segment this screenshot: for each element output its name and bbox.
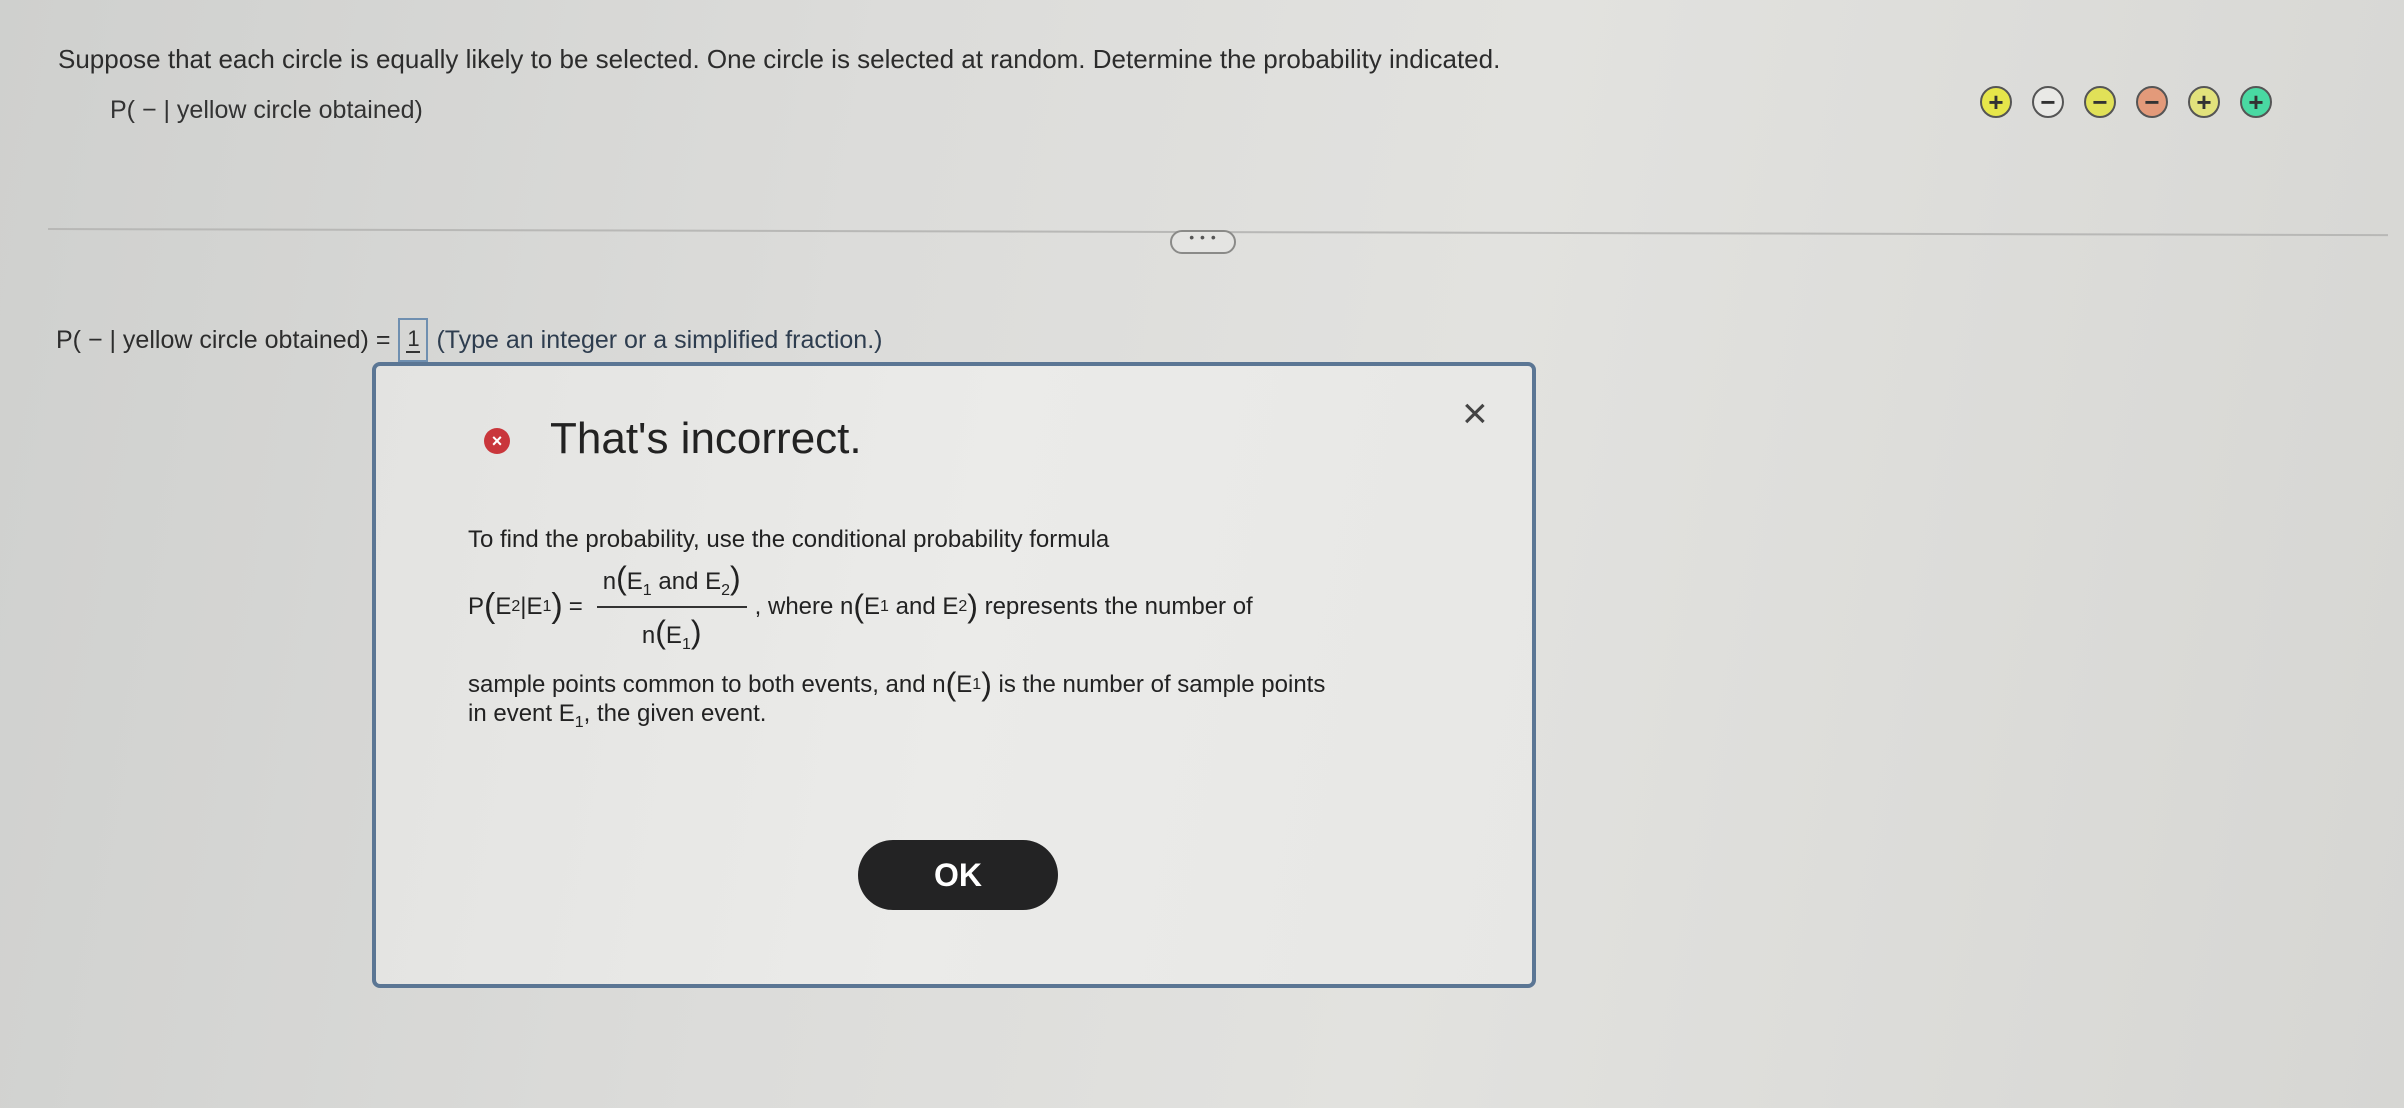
answer-hint: (Type an integer or a simplified fractio…: [436, 325, 883, 354]
paren: (: [616, 560, 627, 596]
sub: 1: [681, 635, 691, 653]
sub: 1: [880, 597, 889, 615]
line3-e: E: [956, 670, 973, 698]
paren: ): [690, 613, 702, 650]
circle-2: −: [2032, 86, 2064, 118]
where-and: and E: [895, 592, 959, 620]
sub: 1: [972, 675, 982, 693]
formula-equals: =: [568, 592, 583, 620]
formula-bar: [596, 605, 747, 608]
conditional-formula: P ( E 2 |E 1 ) = n(E1 and E2) n(E1) , where…: [468, 560, 1253, 654]
line3-b: is the number of sample points: [998, 670, 1326, 698]
question-prompt: P( − | yellow circle obtained): [110, 96, 423, 124]
circle-symbol: −: [2092, 87, 2108, 117]
expand-more-button[interactable]: • • •: [1170, 230, 1236, 254]
paren: ): [551, 587, 563, 626]
where-e1: E: [864, 592, 881, 620]
paren: (: [945, 666, 957, 702]
line4-b: , the given event.: [583, 700, 767, 727]
paren: ): [730, 560, 741, 596]
circle-symbol: +: [2196, 87, 2212, 117]
ok-button[interactable]: OK: [858, 840, 1058, 910]
answer-prefix: P( − | yellow circle obtained) =: [56, 325, 391, 354]
feedback-title: That's incorrect.: [550, 414, 862, 463]
den-e: E: [665, 621, 682, 649]
circle-symbol: −: [2040, 87, 2056, 117]
paren: ): [981, 666, 992, 702]
represents-text: represents the number of: [984, 592, 1253, 620]
circle-5: +: [2188, 86, 2220, 118]
paren: ): [967, 588, 978, 625]
num-and: and E: [658, 568, 722, 595]
sub: 2: [511, 597, 521, 615]
circle-symbol: +: [2248, 87, 2264, 117]
circle-set: + − − − + +: [1980, 86, 2272, 118]
where-text: , where n: [754, 592, 854, 620]
close-icon[interactable]: ×: [1462, 392, 1488, 436]
den-n: n: [641, 621, 656, 649]
formula-numerator: n(E1 and E2): [597, 560, 747, 600]
question-text: Suppose that each circle is equally like…: [58, 44, 1501, 74]
circle-3: −: [2084, 86, 2116, 118]
sub: 1: [542, 597, 552, 615]
formula-mid: |E: [520, 592, 543, 620]
sub: 1: [642, 581, 652, 599]
paren: (: [655, 613, 666, 650]
paren: (: [484, 587, 496, 626]
line3-a: sample points common to both events, and…: [468, 670, 946, 698]
answer-numerator: 1: [407, 325, 420, 351]
sub: 2: [721, 581, 730, 599]
circle-6: +: [2240, 86, 2272, 118]
formula-denominator: n(E1): [636, 614, 708, 654]
circle-4: −: [2136, 86, 2168, 118]
answer-fraction-input[interactable]: 1: [398, 318, 429, 362]
fraction-bar: [406, 350, 421, 353]
feedback-line-3: sample points common to both events, and…: [468, 666, 1325, 703]
circle-1: +: [1980, 86, 2012, 118]
sub: 2: [958, 597, 968, 615]
feedback-line-4: in event E1, the given event.: [468, 700, 766, 732]
num-e1: E: [626, 568, 643, 595]
sub: 1: [574, 713, 584, 731]
circle-symbol: +: [1988, 87, 2004, 117]
formula-fraction: n(E1 and E2) n(E1): [596, 560, 747, 654]
formula-e2: E: [495, 592, 512, 620]
circle-symbol: −: [2144, 87, 2160, 117]
feedback-line-1: To find the probability, use the conditi…: [468, 526, 1110, 553]
answer-line: P( − | yellow circle obtained) = 1 (Type…: [56, 318, 882, 362]
num-n: n: [602, 568, 617, 595]
line4-a: in event E: [468, 700, 575, 727]
error-icon: ×: [484, 428, 510, 454]
formula-p: P: [468, 592, 485, 620]
paren: (: [853, 588, 865, 625]
